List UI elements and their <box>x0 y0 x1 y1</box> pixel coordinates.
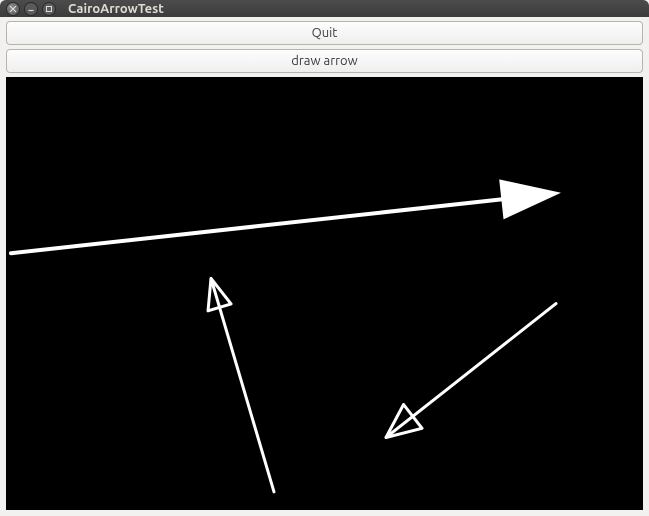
draw-arrow-button[interactable]: draw arrow <box>6 49 643 73</box>
close-icon[interactable] <box>6 2 20 16</box>
arrow-graphics <box>6 77 643 510</box>
quit-button[interactable]: Quit <box>6 21 643 45</box>
window-title: CairoArrowTest <box>68 2 164 16</box>
toolbar: Quit draw arrow <box>0 17 649 75</box>
drawing-canvas[interactable] <box>6 77 643 510</box>
minimize-icon[interactable] <box>24 2 38 16</box>
maximize-icon[interactable] <box>42 2 56 16</box>
window-controls <box>6 2 56 16</box>
titlebar[interactable]: CairoArrowTest <box>0 0 649 17</box>
application-window: CairoArrowTest Quit draw arrow <box>0 0 649 516</box>
canvas-container <box>0 75 649 516</box>
